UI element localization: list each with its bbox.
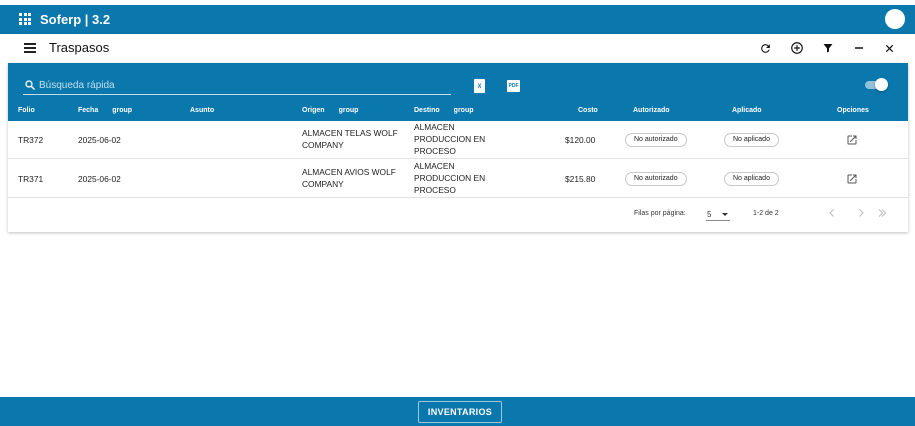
status-badge-autorizado: No autorizado <box>625 172 687 186</box>
header-folio[interactable]: Folio <box>18 107 35 114</box>
refresh-icon[interactable] <box>750 39 781 57</box>
quick-search <box>23 77 451 95</box>
table-row[interactable]: TR372 2025-06-02 ALMACEN TELAS WOLF COMP… <box>8 121 908 159</box>
menu-icon[interactable] <box>24 43 36 53</box>
view-toggle[interactable] <box>864 78 888 91</box>
header-destino-group[interactable]: group <box>454 107 474 114</box>
cell-destino: ALMACEN PRODUCCION EN PROCESO <box>414 161 486 195</box>
inventarios-button[interactable]: INVENTARIOS <box>418 401 502 423</box>
page-toolbar: Traspasos <box>0 34 915 62</box>
status-badge-aplicado: No aplicado <box>724 172 779 186</box>
header-destino-label: Destino <box>414 107 440 114</box>
last-page-icon[interactable] <box>876 207 888 219</box>
pdf-export-label: PDF <box>508 83 519 89</box>
apps-grid-icon[interactable] <box>19 13 31 25</box>
header-fecha-group[interactable]: group <box>112 107 132 114</box>
next-page-icon[interactable] <box>855 207 867 219</box>
bottom-bar: INVENTARIOS <box>0 397 915 426</box>
filter-icon[interactable] <box>812 39 843 57</box>
toolbar-actions <box>750 39 905 57</box>
cell-fecha: 2025-06-02 <box>78 174 121 184</box>
cell-fecha: 2025-06-02 <box>78 135 121 145</box>
app-title: Soferp | 3.2 <box>40 12 111 27</box>
open-in-new-icon[interactable] <box>846 134 858 146</box>
chevron-down-icon <box>722 213 728 216</box>
status-badge-autorizado: No autorizado <box>625 133 687 147</box>
header-origen-group[interactable]: group <box>339 107 359 114</box>
cell-folio: TR371 <box>18 174 44 184</box>
cell-destino: ALMACEN PRODUCCION EN PROCESO <box>414 122 486 156</box>
header-origen[interactable]: Origen group <box>302 107 358 114</box>
header-aplicado[interactable]: Aplicado <box>732 107 762 114</box>
search-input[interactable] <box>39 78 439 93</box>
open-in-new-icon[interactable] <box>846 173 858 185</box>
status-badge-aplicado: No aplicado <box>724 133 779 147</box>
header-autorizado[interactable]: Autorizado <box>633 107 670 114</box>
table-row[interactable]: TR371 2025-06-02 ALMACEN AVIOS WOLF COMP… <box>8 160 908 198</box>
add-circle-icon[interactable] <box>781 39 812 57</box>
traspasos-card: X PDF Folio Fecha group Asunto Origen grou… <box>8 63 908 232</box>
header-destino[interactable]: Destino group <box>414 107 474 114</box>
app-bar: Soferp | 3.2 <box>0 5 915 34</box>
search-icon <box>25 80 35 90</box>
rows-per-page-label: Filas por página: <box>634 210 686 217</box>
cell-folio: TR372 <box>18 135 44 145</box>
pagination: Filas por página: 5 1-2 de 2 <box>8 200 908 232</box>
rows-per-page-select[interactable]: 5 <box>706 207 730 221</box>
table-header-bar: X PDF Folio Fecha group Asunto Origen grou… <box>8 63 908 121</box>
header-origen-label: Origen <box>302 107 325 114</box>
page-title: Traspasos <box>49 40 110 55</box>
previous-page-icon[interactable] <box>826 207 838 219</box>
cell-costo: $215.80 <box>565 174 596 184</box>
header-costo[interactable]: Costo <box>578 107 598 114</box>
header-fecha[interactable]: Fecha group <box>78 107 132 114</box>
excel-export-icon[interactable]: X <box>474 79 485 93</box>
page-range: 1-2 de 2 <box>753 210 779 217</box>
close-icon[interactable] <box>874 39 905 57</box>
minimize-icon[interactable] <box>843 39 874 57</box>
cell-origen: ALMACEN AVIOS WOLF COMPANY <box>302 167 396 189</box>
header-fecha-label: Fecha <box>78 107 99 114</box>
rows-per-page-value: 5 <box>707 210 712 219</box>
excel-export-label: X <box>477 84 482 90</box>
cell-origen: ALMACEN TELAS WOLF COMPANY <box>302 128 398 150</box>
header-opciones: Opciones <box>837 107 869 114</box>
header-asunto[interactable]: Asunto <box>190 107 214 114</box>
pdf-export-icon[interactable]: PDF <box>507 80 520 92</box>
user-avatar[interactable] <box>885 9 905 29</box>
cell-costo: $120.00 <box>565 135 596 145</box>
